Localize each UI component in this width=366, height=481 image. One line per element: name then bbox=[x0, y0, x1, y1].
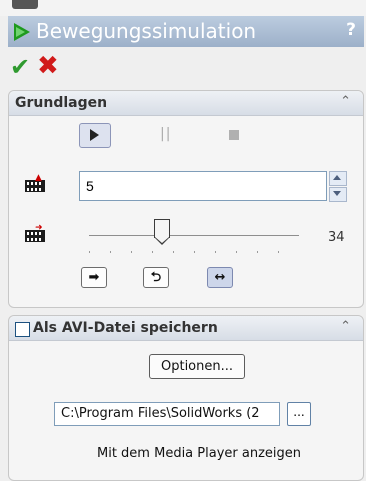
slider-ticks bbox=[89, 251, 299, 253]
basics-group: Grundlagen ⌃ || ▲ ➜ 34 ➡ ⮌ ↔ bbox=[8, 90, 364, 308]
file-path-field[interactable]: C:\Program Files\SolidWorks (2 bbox=[54, 402, 280, 426]
slider-thumb[interactable] bbox=[154, 219, 170, 238]
arrow-right-icon: ➡ bbox=[88, 270, 100, 285]
basics-header[interactable]: Grundlagen ⌃ bbox=[9, 91, 363, 116]
loop-button[interactable]: ⮌ bbox=[143, 267, 169, 288]
window-title: Bewegungssimulation bbox=[36, 19, 257, 43]
spin-down-icon bbox=[333, 191, 341, 196]
play-button[interactable] bbox=[79, 123, 111, 148]
pause-icon[interactable]: || bbox=[160, 126, 171, 142]
motion-play-icon-highlight bbox=[16, 27, 25, 37]
slider-track[interactable] bbox=[89, 235, 299, 236]
avi-group: ✓ Als AVI-Datei speichern ⌃ Optionen... … bbox=[8, 315, 364, 481]
browse-button[interactable]: ... bbox=[287, 402, 311, 426]
collapse-chevron-icon[interactable]: ⌃ bbox=[340, 319, 351, 334]
media-player-checkbox[interactable] bbox=[15, 322, 30, 337]
strip-tab bbox=[12, 0, 38, 9]
ok-check-icon[interactable]: ✔ bbox=[10, 53, 30, 81]
help-button[interactable]: ? bbox=[346, 20, 356, 40]
top-strip bbox=[0, 0, 366, 16]
title-bar: Bewegungssimulation ? bbox=[8, 16, 364, 48]
play-forward-button[interactable]: ➡ bbox=[81, 267, 107, 288]
loop-icon: ⮌ bbox=[150, 270, 162, 285]
frame-count-input[interactable] bbox=[79, 171, 327, 201]
avi-header[interactable]: ✓ Als AVI-Datei speichern ⌃ bbox=[9, 316, 363, 341]
media-player-label: Mit dem Media Player anzeigen bbox=[97, 446, 301, 461]
slider-value-label: 34 bbox=[328, 230, 345, 245]
action-row: ✔ ✖ bbox=[8, 47, 364, 85]
slider-thumb-tip-fill bbox=[155, 237, 169, 243]
play-icon bbox=[90, 129, 99, 141]
spin-down-button[interactable] bbox=[329, 187, 347, 202]
film-frames-icon: ▲ bbox=[25, 174, 45, 192]
avi-title: Als AVI-Datei speichern bbox=[33, 320, 218, 336]
reciprocate-button[interactable]: ↔ bbox=[207, 267, 233, 288]
options-button[interactable]: Optionen... bbox=[149, 354, 245, 379]
stop-icon[interactable] bbox=[229, 130, 239, 140]
spin-up-icon bbox=[333, 175, 341, 180]
spin-up-button[interactable] bbox=[329, 171, 347, 186]
cancel-x-icon[interactable]: ✖ bbox=[37, 51, 59, 81]
collapse-chevron-icon[interactable]: ⌃ bbox=[340, 94, 351, 109]
film-position-icon: ➜ bbox=[25, 224, 45, 242]
double-arrow-icon: ↔ bbox=[214, 270, 226, 285]
basics-title: Grundlagen bbox=[15, 95, 108, 111]
